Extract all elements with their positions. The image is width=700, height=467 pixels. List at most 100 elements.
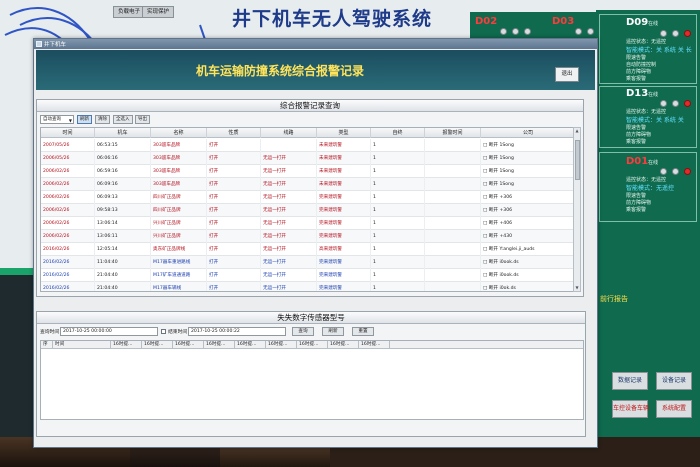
page-title: 机车运输防撞系统综合报警记录 <box>196 64 365 78</box>
table-cell-atime <box>425 139 481 152</box>
column-header[interactable]: 名称 <box>151 128 207 138</box>
table-row[interactable]: 2006/05/26 06:06:16 303遥车品牌 打开 无运一打开 未来建筑警 1 □ … <box>41 152 574 165</box>
table-row[interactable]: 2016/02/26 21:04:40 M17器车辆线 打开 无运一打开 完来建筑警 1 □ … <box>41 282 574 291</box>
column-header[interactable]: 报警时间 <box>425 128 481 138</box>
table-cell-loco: 11:04:40 <box>95 256 151 269</box>
column-header[interactable]: 性质 <box>207 128 261 138</box>
column-header[interactable]: 时间 <box>53 341 111 349</box>
column-header[interactable]: 16时提... <box>359 341 390 349</box>
table-cell-time: 2006/02/26 <box>41 165 95 178</box>
data-record-button[interactable]: 数据记录 <box>612 372 648 390</box>
table-cell-loco: 06:06:16 <box>95 152 151 165</box>
station-id: D13 <box>626 88 649 99</box>
table-cell-atime <box>425 243 481 256</box>
device-record-button[interactable]: 设备记录 <box>656 372 692 390</box>
table-cell-company: □ 断开 1Song <box>481 152 574 165</box>
table-cell-end: 1 <box>371 165 425 178</box>
table-cell-atime <box>425 204 481 217</box>
column-header[interactable]: 机车 <box>95 128 151 138</box>
column-header[interactable]: 自终 <box>371 128 425 138</box>
column-header[interactable]: 16时提... <box>297 341 328 349</box>
window-app-icon <box>36 41 42 47</box>
start-time-input[interactable]: 2017-10-25 00:00:00 <box>60 327 158 336</box>
column-header[interactable]: 16时提... <box>266 341 297 349</box>
table-cell-nature: 打开 <box>207 152 261 165</box>
table-cell-name: 303遥车品牌 <box>151 152 207 165</box>
column-header[interactable]: 16时提... <box>142 341 173 349</box>
column-header[interactable]: 16时提... <box>328 341 359 349</box>
table-cell-company: □ 断开 1Song <box>481 178 574 191</box>
window-titlebar[interactable]: 井下机车 <box>34 39 597 49</box>
table-cell-nature: 打开 <box>207 217 261 230</box>
bg-top-button-1[interactable]: 负载电子 <box>113 6 146 18</box>
table-cell-time: 2006/02/26 <box>41 204 95 217</box>
table-cell-type: 未来建筑警 <box>317 165 371 178</box>
vehicle-control-button[interactable]: 车控设备车辆 <box>612 400 649 418</box>
alarm-table-header: 时间 机车 名称 性质 线路 类型 自终 报警时间 公司 <box>41 128 574 138</box>
column-header[interactable]: 线路 <box>261 128 317 138</box>
table-row[interactable]: 2016/02/26 11:04:40 M17器车重进路线 打开 无运一打开 完来建筑警 1… <box>41 256 574 269</box>
table-cell-end: 1 <box>371 191 425 204</box>
column-header[interactable]: 公司 <box>481 128 574 138</box>
table-row[interactable]: 2006/02/26 09:58:13 四川矿正品牌 打开 无运一打开 完来建筑警 1 □ 断… <box>41 204 574 217</box>
end-time-input[interactable]: 2017-10-25 00:00:22 <box>188 327 286 336</box>
table-row[interactable]: 2006/02/26 06:09:16 303遥车品牌 打开 无运一打开 未来建筑警 1 □ … <box>41 178 574 191</box>
table-cell-atime <box>425 217 481 230</box>
table-cell-company: □ 断开 +406 <box>481 217 574 230</box>
table-cell-loco: 06:09:13 <box>95 191 151 204</box>
export-button[interactable]: 导出 <box>135 115 150 124</box>
table-cell-route: 无运一打开 <box>261 152 317 165</box>
table-cell-end: 1 <box>371 217 425 230</box>
table-cell-end: 1 <box>371 282 425 291</box>
column-header[interactable]: 16时提... <box>204 341 235 349</box>
table-cell-name: 奥东矿正品牌线 <box>151 243 207 256</box>
indicator-dot <box>500 28 507 35</box>
column-header[interactable]: 时间 <box>41 128 95 138</box>
alarm-query-title: 综合报警记录查询 <box>37 100 583 112</box>
column-header[interactable]: 类型 <box>317 128 371 138</box>
scroll-up-icon[interactable]: ▲ <box>574 128 580 134</box>
end-time-label: 结束时间 <box>168 330 188 335</box>
table-cell-name: M17器车辆线 <box>151 282 207 291</box>
column-header[interactable]: 16时提... <box>111 341 142 349</box>
column-header[interactable]: 序 <box>41 341 53 349</box>
sensor-query-title: 失失数字传感器型号 <box>37 312 585 324</box>
station-line: 前方障碍物 <box>626 200 652 206</box>
table-cell-type: 完来建筑警 <box>317 204 371 217</box>
alarm-table-scrollbar[interactable]: ▲ ▼ <box>573 127 581 292</box>
station-line: 乘客报警 <box>626 76 647 82</box>
sensor-search-button[interactable]: 查询 <box>292 327 314 336</box>
column-header[interactable]: 16时提... <box>235 341 266 349</box>
select-all-button[interactable]: 全选入 <box>113 115 133 124</box>
table-cell-end: 1 <box>371 230 425 243</box>
bg-yellow-label: 前行报告 <box>600 295 628 303</box>
scroll-down-icon[interactable]: ▼ <box>574 285 580 291</box>
table-row[interactable]: 2006/02/26 13:06:11 兴川矿正品牌 打开 无运一打开 完来建筑警 1 □ 断… <box>41 230 574 243</box>
scrollbar-thumb[interactable] <box>575 140 580 180</box>
station-line: 乘客报警 <box>626 139 647 145</box>
column-header[interactable]: 16时提... <box>173 341 204 349</box>
start-time-label: 查询时间 <box>40 330 60 335</box>
table-row[interactable]: 2016/02/26 21:04:40 M17矿车道通道路 打开 无运一打开 完来建筑警 1… <box>41 269 574 282</box>
table-row[interactable]: 2006/02/26 06:59:16 303遥车品牌 打开 无运一打开 未来建筑警 1 □ … <box>41 165 574 178</box>
table-cell-atime <box>425 230 481 243</box>
end-time-checkbox[interactable] <box>161 329 166 334</box>
alarm-query-panel: 综合报警记录查询 自动查询 ▼ 刷新 清除 全选入 导出 时间 机车 名称 性质… <box>36 99 584 297</box>
exit-button[interactable]: 退出 <box>555 67 579 82</box>
table-row[interactable]: 2007/05/26 06:53:15 303遥车品牌 打开 未来建筑警 1 □ 断开 1S… <box>41 139 574 152</box>
table-cell-time: 2016/02/26 <box>41 269 95 282</box>
sensor-refresh-button[interactable]: 刷新 <box>322 327 344 336</box>
bg-top-button-2[interactable]: 实现保护 <box>142 6 175 18</box>
refresh-button[interactable]: 刷新 <box>77 115 92 124</box>
system-config-button[interactable]: 系统配置 <box>656 400 692 418</box>
sensor-reset-button[interactable]: 重置 <box>352 327 374 336</box>
station-line: 智能模式：关 系统 关 <box>626 117 684 124</box>
table-row[interactable]: 2006/02/26 06:09:13 四川矿正品牌 打开 无运一打开 完来建筑警 1 □ 断… <box>41 191 574 204</box>
table-cell-nature: 打开 <box>207 269 261 282</box>
clear-button[interactable]: 清除 <box>95 115 110 124</box>
table-cell-type: 未来建筑警 <box>317 178 371 191</box>
query-mode-select[interactable]: 自动查询 ▼ <box>40 115 74 124</box>
table-row[interactable]: 2016/02/26 12:05:14 奥东矿正品牌线 打开 无运一打开 高来建筑警 1 □ … <box>41 243 574 256</box>
table-row[interactable]: 2006/02/26 13:06:14 兴川矿正品牌 打开 无运一打开 完来建筑警 1 □ 断… <box>41 217 574 230</box>
table-cell-time: 2007/05/26 <box>41 139 95 152</box>
